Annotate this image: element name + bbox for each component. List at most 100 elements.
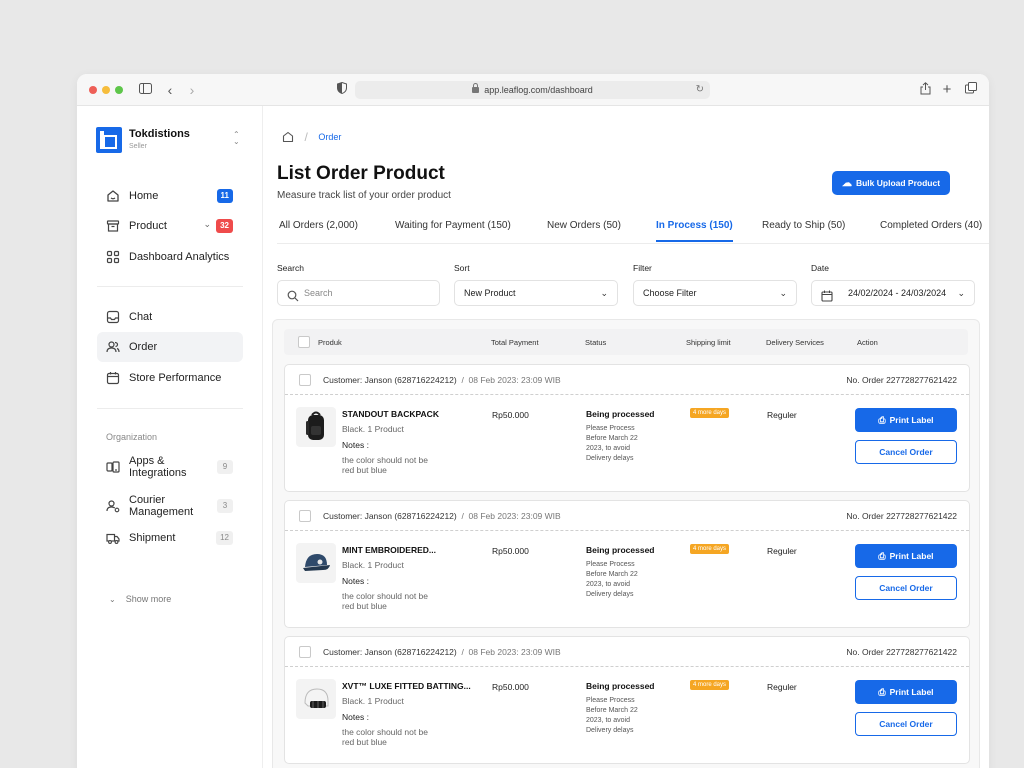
filter-select[interactable]: Choose Filter ⌄: [633, 280, 797, 306]
chevron-down-icon: ⌄: [779, 288, 787, 298]
order-checkbox[interactable]: [299, 374, 311, 386]
order-number: No. Order 227728277621422: [846, 647, 957, 657]
print-label-button[interactable]: ⎙ Print Label: [855, 408, 957, 432]
chevron-down-icon: ⌄: [109, 595, 116, 604]
product-variant: Black. 1 Product: [342, 560, 404, 570]
printer-icon: ⎙: [878, 415, 886, 425]
sidebar-item-label: Order: [129, 341, 158, 353]
search-input[interactable]: Search: [277, 280, 440, 306]
sidebar-item-product[interactable]: Product ⌄ 32: [97, 211, 243, 241]
sidebar-item-dashboard-analytics[interactable]: Dashboard Analytics: [97, 242, 243, 272]
truck-icon: [106, 531, 120, 545]
customer-info: Customer: Janson (628716224212) / 08 Feb…: [323, 511, 561, 521]
sidebar-item-courier-management[interactable]: Courier Management 3: [97, 491, 243, 521]
sidebar-item-shipment[interactable]: Shipment 12: [97, 523, 243, 553]
total-payment: Rp50.000: [492, 682, 529, 692]
sidebar-item-home[interactable]: Home 11: [97, 181, 243, 211]
sidebar-divider: [97, 408, 243, 409]
tab-all-orders[interactable]: All Orders (2,000): [279, 220, 358, 240]
calendar-icon: [106, 371, 120, 385]
tab-new-orders[interactable]: New Orders (50): [547, 220, 621, 240]
store-switcher[interactable]: Tokdistions Seller ⌃ ⌄: [96, 127, 246, 153]
sort-label: Sort: [454, 263, 470, 273]
browser-window: ‹ › app.leaflog.com/dashboard ↻ + Tokdis…: [77, 74, 989, 768]
maximize-window-button[interactable]: [115, 86, 123, 94]
column-header: Status: [585, 338, 607, 347]
order-checkbox[interactable]: [299, 646, 311, 658]
lock-icon: [472, 83, 480, 93]
tab-ready-to-ship[interactable]: Ready to Ship (50): [762, 220, 845, 240]
sidebar-item-apps-integrations[interactable]: Apps & Integrations 9: [97, 452, 243, 482]
product-name[interactable]: MINT EMBROIDERED...: [342, 545, 436, 555]
breadcrumb-current[interactable]: Order: [318, 132, 341, 142]
devices-icon: [106, 460, 120, 474]
sidebar-item-label: Courier Management: [129, 494, 194, 518]
notes-label: Notes :: [342, 576, 369, 586]
cancel-order-button[interactable]: Cancel Order: [855, 440, 957, 464]
breadcrumb-separator: /: [304, 130, 308, 144]
delivery-service: Reguler: [767, 546, 797, 556]
sidebar-item-chat[interactable]: Chat: [97, 302, 243, 332]
brand-logo: [96, 127, 122, 153]
sidebar-item-store-performance[interactable]: Store Performance: [97, 363, 243, 393]
bulk-upload-button[interactable]: ☁ Bulk Upload Product: [832, 171, 950, 195]
column-header: Action: [857, 338, 878, 347]
new-tab-icon[interactable]: +: [941, 82, 953, 98]
home-icon[interactable]: [282, 131, 294, 143]
share-icon[interactable]: [919, 82, 931, 98]
page-title: List Order Product: [277, 163, 445, 184]
reload-icon[interactable]: ↻: [696, 81, 704, 99]
sort-select[interactable]: New Product ⌄: [454, 280, 618, 306]
tab-waiting-for-payment[interactable]: Waiting for Payment (150): [395, 220, 511, 240]
print-label-button[interactable]: ⎙ Print Label: [855, 544, 957, 568]
user-settings-icon: [106, 499, 120, 513]
customer-info: Customer: Janson (628716224212) / 08 Feb…: [323, 375, 561, 385]
order-number: No. Order 227728277621422: [846, 375, 957, 385]
tab-completed-orders[interactable]: Completed Orders (40): [880, 220, 982, 240]
printer-icon: ⎙: [878, 551, 886, 561]
shield-icon[interactable]: [336, 81, 348, 98]
notes-label: Notes :: [342, 440, 369, 450]
printer-icon: ⎙: [878, 687, 886, 697]
chevron-down-icon: ⌄: [600, 288, 608, 298]
forward-arrow-icon[interactable]: ›: [187, 82, 197, 98]
orders-table: Produk Total Payment Status Shipping lim…: [272, 319, 980, 768]
chevron-down-icon[interactable]: ⌄: [203, 219, 211, 230]
product-name[interactable]: XVT™ LUXE FITTED BATTING...: [342, 681, 471, 691]
cap-icon: [296, 543, 336, 583]
order-date: 08 Feb 2023: 23:09 WIB: [468, 647, 561, 657]
chevron-up-down-icon[interactable]: ⌃ ⌄: [233, 131, 240, 146]
order-header: Customer: Janson (628716224212) / 08 Feb…: [285, 501, 969, 531]
select-all-checkbox[interactable]: [298, 336, 310, 348]
total-payment: Rp50.000: [492, 546, 529, 556]
backpack-icon: [296, 407, 336, 447]
tab-in-process[interactable]: In Process (150): [656, 220, 733, 242]
product-name[interactable]: STANDOUT BACKPACK: [342, 409, 439, 419]
cancel-order-button[interactable]: Cancel Order: [855, 712, 957, 736]
cancel-order-button[interactable]: Cancel Order: [855, 576, 957, 600]
home-icon: [106, 189, 120, 203]
column-header: Produk: [318, 338, 342, 347]
address-bar[interactable]: app.leaflog.com/dashboard ↻: [355, 81, 710, 99]
shipping-limit-badge: 4 more days: [690, 408, 730, 418]
show-more-link[interactable]: ⌄ Show more: [109, 594, 171, 604]
date-range-picker[interactable]: 24/02/2024 - 24/03/2024 ⌄: [811, 280, 975, 306]
close-window-button[interactable]: [89, 86, 97, 94]
bulk-upload-label: Bulk Upload Product: [855, 178, 941, 188]
chevron-down-icon: ⌄: [957, 288, 965, 298]
column-header: Total Payment: [491, 338, 539, 347]
sidebar-item-label: Apps & Integrations: [129, 455, 187, 479]
sidebar-toggle-icon[interactable]: [138, 82, 152, 98]
print-label-button[interactable]: ⎙ Print Label: [855, 680, 957, 704]
tabs-overview-icon[interactable]: [964, 82, 977, 98]
order-checkbox[interactable]: [299, 510, 311, 522]
home-count-badge: 11: [216, 189, 233, 203]
sidebar-item-order[interactable]: Order: [97, 332, 243, 362]
calendar-icon: [821, 287, 833, 311]
filter-label: Filter: [633, 263, 652, 273]
back-arrow-icon[interactable]: ‹: [165, 82, 175, 98]
box-icon: [106, 219, 120, 233]
delivery-service: Reguler: [767, 410, 797, 420]
courier-count-badge: 3: [217, 499, 233, 513]
minimize-window-button[interactable]: [102, 86, 110, 94]
